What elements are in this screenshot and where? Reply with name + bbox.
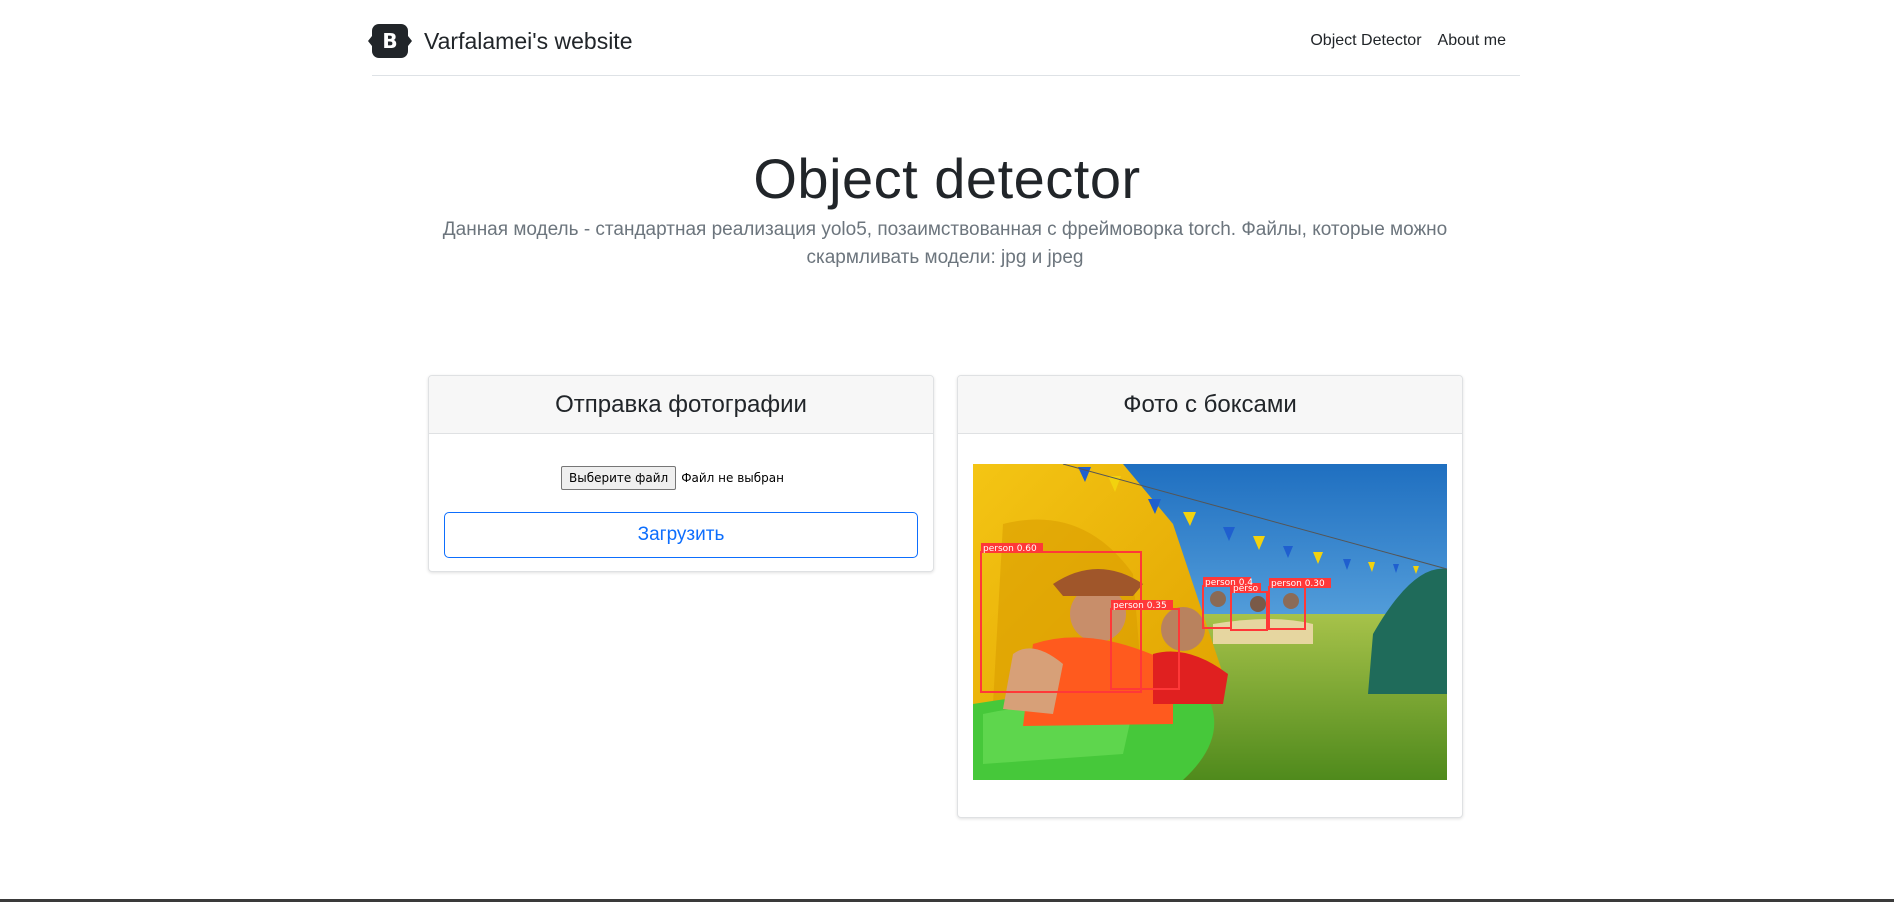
detection-label: person 0.30 — [1271, 579, 1325, 589]
file-input: Выберите файл Файл не выбран — [561, 466, 784, 490]
detection-label: perso — [1233, 584, 1259, 594]
detection-label: person 0.60 — [983, 544, 1037, 554]
detection-image: person 0.60 person 0.35 person 0.4 perso… — [973, 464, 1447, 780]
bootstrap-logo-icon: B — [368, 24, 412, 58]
choose-file-button[interactable]: Выберите файл — [561, 466, 677, 490]
top-nav: Object Detector About me — [1310, 32, 1506, 50]
upload-button[interactable]: Загрузить — [444, 512, 918, 558]
result-card-title: Фото с боксами — [958, 376, 1462, 434]
detection-label: person 0.35 — [1113, 601, 1167, 611]
brand-link[interactable]: B Varfalamei's website — [368, 24, 633, 58]
page-subtitle: Данная модель - стандартная реализация y… — [442, 219, 1448, 268]
site-header: B Varfalamei's website Object Detector A… — [368, 0, 1520, 76]
upload-card-title: Отправка фотографии — [429, 376, 933, 434]
page-title: Object detector — [753, 147, 1141, 210]
upload-card: Отправка фотографии Выберите файл Файл н… — [428, 375, 934, 572]
nav-object-detector[interactable]: Object Detector — [1310, 32, 1421, 50]
nav-about-me[interactable]: About me — [1438, 32, 1506, 50]
file-status: Файл не выбран — [681, 471, 784, 485]
result-card: Фото с боксами person 0.60 person 0.35 p… — [957, 375, 1463, 818]
brand-name: Varfalamei's website — [424, 27, 633, 54]
